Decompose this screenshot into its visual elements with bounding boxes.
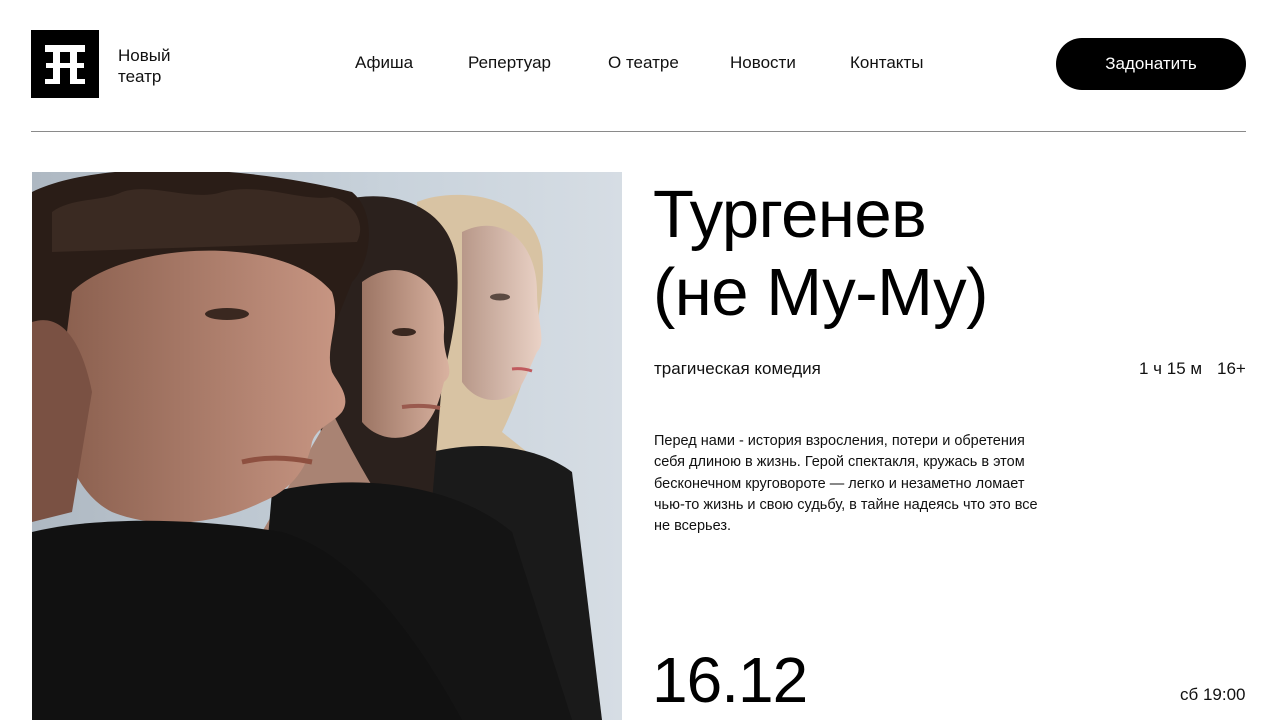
nav-item-news[interactable]: Новости	[730, 52, 796, 74]
show-time: сб 19:00	[1180, 685, 1246, 704]
show-duration: 1 ч 15 м	[1139, 359, 1203, 378]
header-divider	[31, 131, 1246, 132]
show-title-line-1: Тургенев	[653, 177, 927, 252]
nav-item-afisha[interactable]: Афиша	[355, 52, 413, 74]
show-title: Тургенев (не Му-Му)	[653, 176, 1213, 332]
show-date: 16.12	[652, 644, 808, 716]
age-rating-badge: 16+	[1217, 359, 1246, 378]
show-description: Перед нами - история взросления, потери …	[654, 433, 1038, 535]
show-genre: трагическая комедия	[654, 359, 821, 378]
donate-button[interactable]: Задонатить	[1056, 38, 1246, 90]
show-title-line-2: (не Му-Му)	[653, 255, 988, 330]
nav-item-contacts[interactable]: Контакты	[850, 52, 923, 74]
show-photo	[32, 172, 622, 720]
nav-item-about[interactable]: О театре	[608, 52, 679, 74]
nav-item-repertoire[interactable]: Репертуар	[468, 52, 551, 74]
